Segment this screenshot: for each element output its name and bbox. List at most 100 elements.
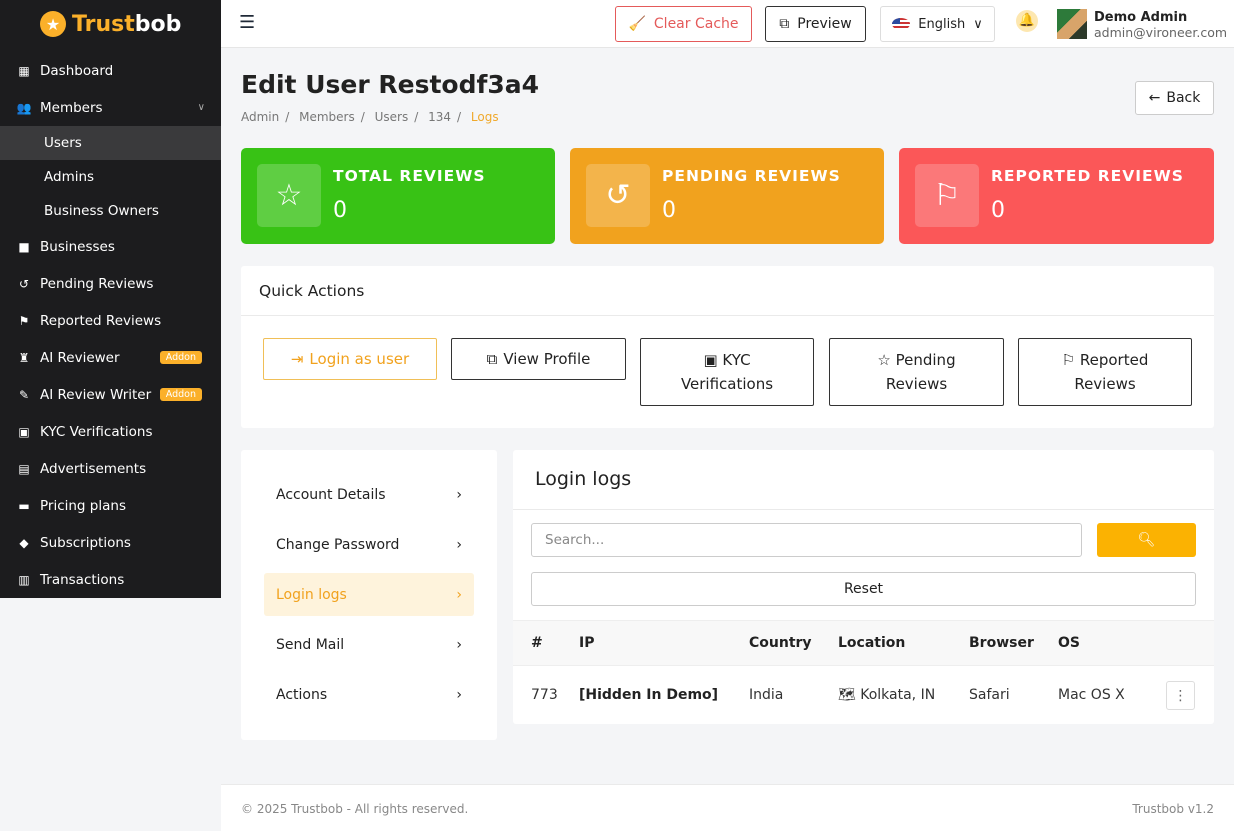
sidebar-item-members[interactable]: 👥 Members ∨	[0, 89, 221, 126]
sidebar-item-label: Reported Reviews	[40, 312, 162, 329]
kyc-verifications-button[interactable]: ▣ KYC Verifications	[640, 338, 814, 406]
menu-item-send-mail[interactable]: Send Mail ›	[264, 623, 474, 666]
sidebar-item-ai-reviewer[interactable]: ♜ AI Reviewer Addon	[0, 339, 221, 376]
brand-logo[interactable]: ★ Trustbob	[0, 0, 221, 48]
broom-icon: 🧹	[628, 16, 646, 32]
menu-item-account-details[interactable]: Account Details ›	[264, 473, 474, 516]
cell-os: Mac OS X	[1058, 687, 1125, 703]
table-header: # IP Country Location Browser OS	[513, 620, 1214, 666]
pen-icon: ✎	[18, 387, 30, 402]
sidebar-item-label: Members	[40, 99, 103, 116]
pending-reviews-card: ↺ PENDING REVIEWS 0	[570, 148, 884, 244]
chevron-right-icon: ›	[456, 586, 462, 603]
back-button[interactable]: ← Back	[1135, 81, 1214, 115]
search-input[interactable]: Search...	[531, 523, 1082, 557]
login-as-user-button[interactable]: ⇥ Login as user	[263, 338, 437, 380]
chevron-down-icon: ∨	[197, 102, 205, 113]
sidebar-item-dashboard[interactable]: ▦ Dashboard	[0, 52, 221, 89]
quick-actions-card: Quick Actions ⇥ Login as user ⧉ View Pro…	[241, 266, 1214, 428]
clear-cache-button[interactable]: 🧹 Clear Cache	[615, 6, 752, 42]
sidebar-item-ai-review-writer[interactable]: ✎ AI Review Writer Addon	[0, 376, 221, 413]
sidebar-item-kyc-verifications[interactable]: ▣ KYC Verifications	[0, 413, 221, 450]
page-title: Edit User Restodf3a4	[241, 70, 540, 99]
sidebar-item-label: Advertisements	[40, 460, 147, 477]
footer-copyright: © 2025 Trustbob - All rights reserved.	[241, 802, 469, 816]
breadcrumb-users[interactable]: Users	[375, 110, 409, 124]
sidebar-subitem-users[interactable]: Users	[0, 126, 221, 160]
reset-button[interactable]: Reset	[531, 572, 1196, 606]
brand-name-part2: bob	[134, 11, 182, 37]
sidebar-subitem-business-owners[interactable]: Business Owners	[0, 194, 221, 228]
stat-label: REPORTED REVIEWS	[991, 167, 1184, 185]
breadcrumb-current: Logs	[470, 110, 499, 124]
user-name[interactable]: Demo Admin	[1094, 10, 1187, 25]
sidebar-subitem-admins[interactable]: Admins	[0, 160, 221, 194]
sidebar-item-label: Businesses	[40, 238, 115, 255]
view-profile-button[interactable]: ⧉ View Profile	[451, 338, 626, 380]
external-link-icon: ⧉	[779, 16, 790, 32]
avatar[interactable]	[1057, 9, 1087, 39]
ad-icon: ▤	[18, 461, 30, 476]
reported-reviews-card: ⚐ REPORTED REVIEWS 0	[899, 148, 1214, 244]
us-flag-icon	[892, 18, 911, 30]
stat-value: 0	[991, 198, 1005, 223]
menu-item-actions[interactable]: Actions ›	[264, 673, 474, 716]
dashboard-icon: ▦	[18, 63, 30, 78]
star-outline-icon: ☆	[877, 351, 891, 369]
sidebar-item-pending-reviews[interactable]: ↺ Pending Reviews	[0, 265, 221, 302]
chevron-right-icon: ›	[456, 686, 462, 703]
user-side-menu: Account Details › Change Password › Logi…	[241, 450, 497, 740]
sidebar-item-label: Subscriptions	[40, 534, 131, 551]
reported-reviews-button[interactable]: ⚐ Reported Reviews	[1018, 338, 1192, 406]
sidebar-item-advertisements[interactable]: ▤ Advertisements	[0, 450, 221, 487]
footer-version: Trustbob v1.2	[1132, 802, 1214, 816]
receipt-icon: ▥	[18, 572, 30, 587]
chevron-right-icon: ›	[456, 636, 462, 653]
arrow-left-icon: ←	[1148, 90, 1161, 106]
login-logs-card: Login logs Search... 🔍︎ Reset # IP Count…	[513, 450, 1214, 724]
sidebar-item-label: Pricing plans	[40, 497, 126, 514]
sidebar-item-transactions[interactable]: ▥ Transactions	[0, 561, 221, 598]
flag-icon: ⚑	[18, 313, 30, 328]
column-header: Browser	[969, 635, 1034, 651]
column-header: IP	[579, 635, 595, 651]
addon-badge: Addon	[159, 351, 202, 364]
hamburger-menu-icon[interactable]: ☰	[239, 12, 255, 33]
cell-browser: Safari	[969, 687, 1010, 703]
sidebar-item-label: AI Review Writer	[40, 386, 152, 403]
breadcrumb-admin[interactable]: Admin	[241, 110, 279, 124]
menu-item-change-password[interactable]: Change Password ›	[264, 523, 474, 566]
cell-country: India	[749, 687, 784, 703]
sidebar-item-businesses[interactable]: ■ Businesses	[0, 228, 221, 265]
quick-actions-title: Quick Actions	[241, 266, 1214, 316]
sidebar-item-label: Transactions	[40, 571, 125, 588]
addon-badge: Addon	[159, 388, 202, 401]
history-icon: ↺	[586, 164, 650, 227]
sidebar: ★ Trustbob ▦ Dashboard 👥 Members ∨ Users…	[0, 0, 221, 598]
sidebar-item-pricing-plans[interactable]: ▬ Pricing plans	[0, 487, 221, 524]
breadcrumb-user-id[interactable]: 134	[428, 110, 451, 124]
column-header: OS	[1058, 635, 1080, 651]
sign-in-icon: ⇥	[290, 350, 304, 368]
sidebar-item-reported-reviews[interactable]: ⚑ Reported Reviews	[0, 302, 221, 339]
robot-icon: ♜	[18, 350, 30, 365]
preview-button[interactable]: ⧉ Preview	[765, 6, 866, 42]
cell-location: 🗺 Kolkata, IN	[838, 687, 936, 703]
breadcrumb-members[interactable]: Members	[299, 110, 355, 124]
language-select[interactable]: English ∨	[880, 6, 995, 42]
search-button[interactable]: 🔍︎	[1097, 523, 1196, 557]
sidebar-nav: ▦ Dashboard 👥 Members ∨ Users Admins Bus…	[0, 52, 221, 598]
row-actions-button[interactable]: ⋮	[1166, 681, 1195, 710]
pending-reviews-button[interactable]: ☆ Pending Reviews	[829, 338, 1004, 406]
menu-item-login-logs[interactable]: Login logs ›	[264, 573, 474, 616]
sidebar-item-label: Dashboard	[40, 62, 114, 79]
sidebar-item-subscriptions[interactable]: ◆ Subscriptions	[0, 524, 221, 561]
star-icon: ☆	[257, 164, 321, 227]
chevron-down-icon: ∨	[973, 16, 983, 32]
history-icon: ↺	[18, 276, 30, 291]
topbar: ☰ 🧹 Clear Cache ⧉ Preview English ∨ 🔔 De…	[221, 0, 1234, 48]
bell-icon[interactable]: 🔔	[1016, 10, 1038, 32]
login-logs-title: Login logs	[513, 450, 1214, 510]
column-header: Location	[838, 635, 906, 651]
column-header: #	[531, 635, 543, 651]
